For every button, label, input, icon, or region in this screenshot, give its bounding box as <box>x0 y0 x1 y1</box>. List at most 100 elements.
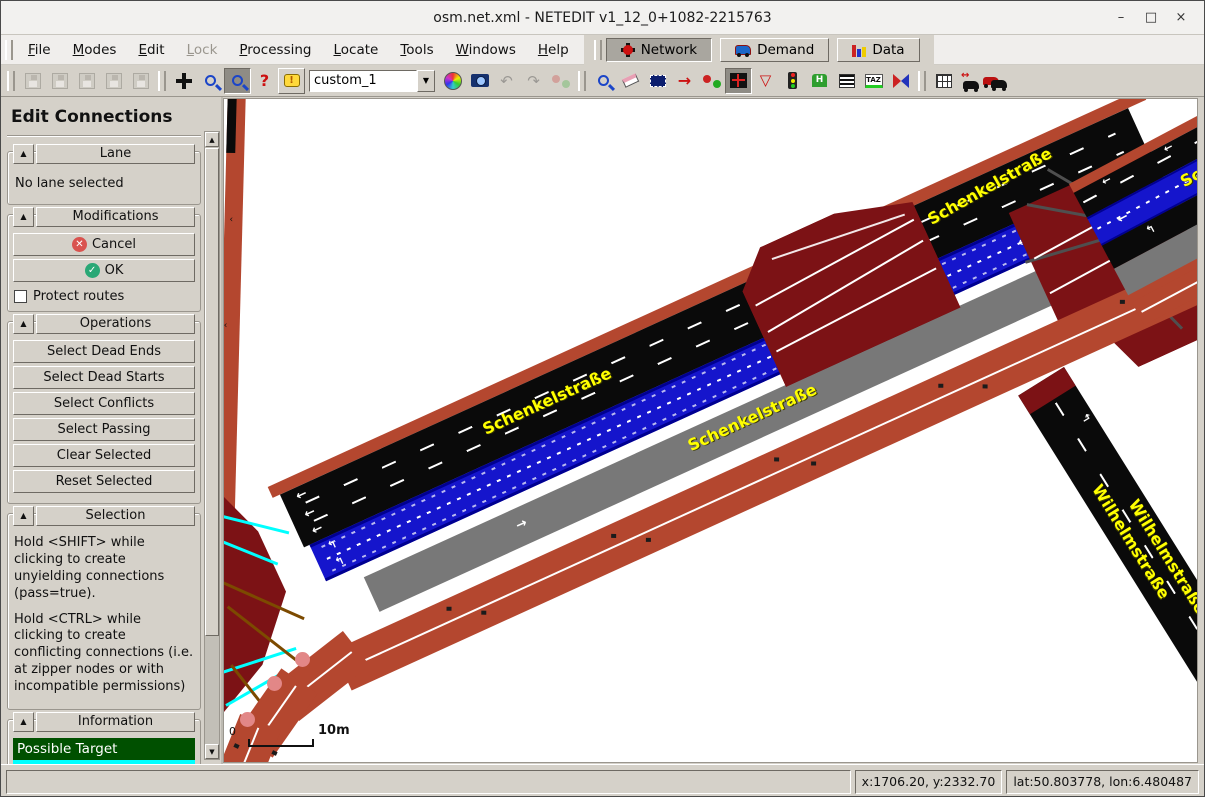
select-conflicts-button[interactable]: Select Conflicts <box>13 392 195 415</box>
toolbar: ? ! custom_1 ▼ ↶ ↷ → ▽ H TAZ ↔ <box>1 65 1204 97</box>
zoom-button[interactable] <box>197 68 224 94</box>
menu-edit[interactable]: Edit <box>127 38 175 62</box>
scrollbar-thumb[interactable] <box>205 148 219 636</box>
mode-shape-button[interactable] <box>887 68 914 94</box>
selection-frame: ▲ Selection Hold <SHIFT> while clicking … <box>7 513 201 710</box>
legend-possible-target: Possible Target <box>13 738 195 760</box>
collapse-modifications-button[interactable]: ▲ <box>13 207 34 227</box>
reset-selected-button[interactable]: Reset Selected <box>13 470 195 493</box>
options-toolbar-gripper <box>918 71 926 91</box>
tab-data-label: Data <box>872 42 904 58</box>
junction-node[interactable] <box>267 676 282 691</box>
car-double-arrow-icon: ↔ <box>961 70 969 81</box>
direction-mark: ‹ <box>224 321 228 331</box>
menu-windows[interactable]: Windows <box>445 38 527 62</box>
panel-scrollbar[interactable]: ▲ ▼ <box>204 131 220 760</box>
move-arrow-icon: → <box>678 71 691 90</box>
yield-triangle-icon: ▽ <box>760 73 772 88</box>
protect-routes-checkbox[interactable] <box>14 290 27 303</box>
cancel-button[interactable]: ✕ Cancel <box>13 233 195 256</box>
left-edge-road: ‹ ‹ <box>223 98 246 535</box>
pan-view-button[interactable] <box>170 68 197 94</box>
menu-modes[interactable]: Modes <box>62 38 128 62</box>
collapse-information-button[interactable]: ▲ <box>13 712 34 732</box>
collapse-lane-button[interactable]: ▲ <box>13 144 34 164</box>
mode-prohibition-button[interactable]: ▽ <box>752 68 779 94</box>
mode-create-edge-button[interactable] <box>698 68 725 94</box>
junction-node[interactable] <box>295 652 310 667</box>
inspect-icon <box>598 75 609 86</box>
tab-demand[interactable]: Demand <box>720 38 829 62</box>
undo-button[interactable]: ↶ <box>493 68 520 94</box>
selection-frame-title[interactable]: Selection <box>36 506 195 526</box>
menu-locate[interactable]: Locate <box>322 38 389 62</box>
mode-additional-button[interactable]: H <box>806 68 833 94</box>
mode-move-button[interactable]: → <box>671 68 698 94</box>
collapse-selection-button[interactable]: ▲ <box>13 506 34 526</box>
select-dead-ends-button[interactable]: Select Dead Ends <box>13 340 195 363</box>
lane-frame-title[interactable]: Lane <box>36 144 195 164</box>
close-button[interactable]: × <box>1168 7 1194 29</box>
modifications-frame: ▲ Modifications ✕ Cancel ✓ OK Protect ro… <box>7 214 201 312</box>
edge-type-combobox[interactable]: custom_1 ▼ <box>309 69 435 93</box>
select-passing-button[interactable]: Select Passing <box>13 418 195 441</box>
modifications-frame-title[interactable]: Modifications <box>36 207 195 227</box>
menu-help[interactable]: Help <box>527 38 580 62</box>
mode-connection-button[interactable] <box>725 68 752 94</box>
scale-zero-label: 0 <box>229 725 236 738</box>
mode-inspect-button[interactable] <box>590 68 617 94</box>
toggle-grid-button[interactable] <box>930 68 957 94</box>
save-plain-button[interactable] <box>46 68 73 94</box>
show-demand-elements-button[interactable] <box>984 68 1011 94</box>
black-car-icon <box>991 80 1007 88</box>
select-dead-starts-button[interactable]: Select Dead Starts <box>13 366 195 389</box>
tab-gripper <box>594 40 602 60</box>
scroll-up-button[interactable]: ▲ <box>205 132 219 147</box>
menu-file[interactable]: File <box>17 38 62 62</box>
clear-selected-button[interactable]: Clear Selected <box>13 444 195 467</box>
mode-crossing-button[interactable] <box>833 68 860 94</box>
mode-select-button[interactable] <box>644 68 671 94</box>
menu-lock[interactable]: Lock <box>176 38 229 62</box>
network-view-canvas[interactable]: ← ← ← ↰ ↰ ← → <box>223 98 1198 763</box>
cursor-xy-readout: x:1706.20, y:2332.70 <box>855 770 1003 794</box>
tooltip-bubble-icon: ! <box>284 74 300 87</box>
tooltip-toggle-button[interactable]: ! <box>278 68 305 94</box>
mode-taz-button[interactable]: TAZ <box>860 68 887 94</box>
draw-spread-vehicles-button[interactable]: ↔ <box>957 68 984 94</box>
tab-data[interactable]: Data <box>837 38 919 62</box>
save-data-button[interactable] <box>127 68 154 94</box>
combobox-dropdown-button[interactable]: ▼ <box>417 70 435 92</box>
junctions-icon <box>552 74 570 88</box>
information-frame-title[interactable]: Information <box>36 712 195 732</box>
save-additionals-button[interactable] <box>73 68 100 94</box>
taz-icon: TAZ <box>865 74 883 88</box>
mode-delete-button[interactable] <box>617 68 644 94</box>
junction-node[interactable] <box>240 712 255 727</box>
save-demand-button[interactable] <box>100 68 127 94</box>
maximize-button[interactable]: □ <box>1138 7 1164 29</box>
snapshot-button[interactable] <box>466 68 493 94</box>
tab-network[interactable]: Network <box>606 38 712 62</box>
scroll-down-button[interactable]: ▼ <box>205 744 219 759</box>
mode-traffic-light-button[interactable] <box>779 68 806 94</box>
minimize-button[interactable]: – <box>1108 7 1134 29</box>
ok-button[interactable]: ✓ OK <box>13 259 195 282</box>
redo-icon: ↷ <box>527 72 540 90</box>
connection-icon <box>730 73 747 88</box>
menu-tools[interactable]: Tools <box>389 38 444 62</box>
context-help-button[interactable]: ? <box>251 68 278 94</box>
compute-join-button[interactable] <box>547 68 574 94</box>
save-network-button[interactable] <box>19 68 46 94</box>
undo-icon: ↶ <box>500 72 513 90</box>
collapse-operations-button[interactable]: ▲ <box>13 314 34 334</box>
zoom-style-button[interactable] <box>224 68 251 94</box>
protect-routes-label: Protect routes <box>33 289 124 304</box>
menu-processing[interactable]: Processing <box>228 38 322 62</box>
eraser-icon <box>622 73 639 87</box>
cancel-x-icon: ✕ <box>72 237 87 252</box>
operations-frame-title[interactable]: Operations <box>36 314 195 334</box>
color-scheme-button[interactable] <box>439 68 466 94</box>
edge-type-value[interactable]: custom_1 <box>309 70 417 92</box>
redo-button[interactable]: ↷ <box>520 68 547 94</box>
